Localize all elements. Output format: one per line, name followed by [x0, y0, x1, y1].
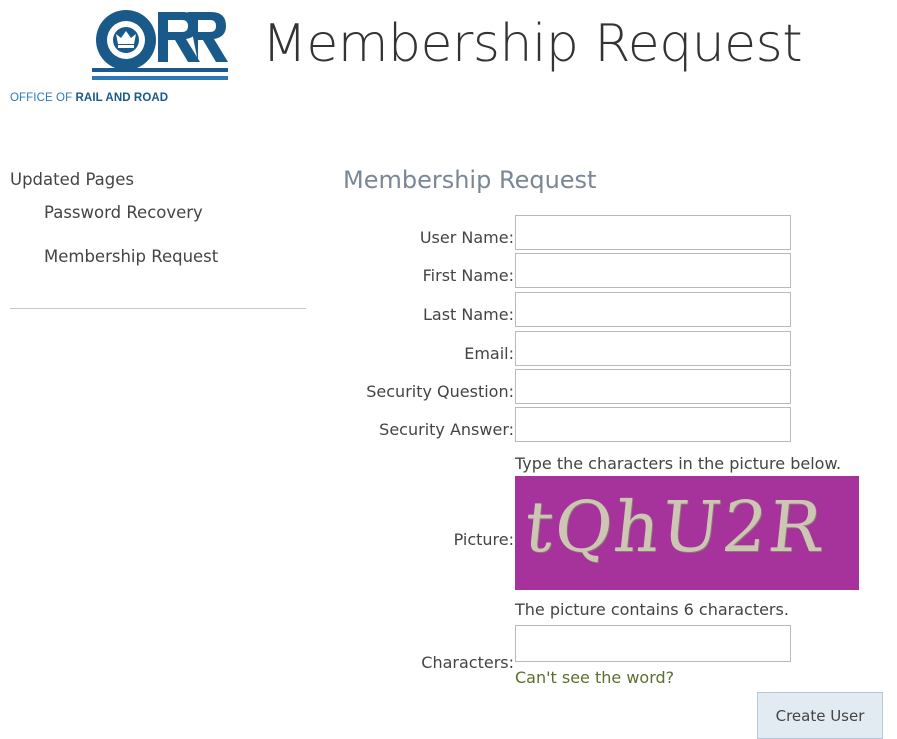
- user-name-input[interactable]: [515, 215, 791, 250]
- last-name-label: Last Name:: [422, 305, 514, 324]
- user-name-label: User Name:: [419, 228, 514, 247]
- captcha-instruction: Type the characters in the picture below…: [515, 454, 842, 473]
- cant-see-word-link[interactable]: Can't see the word?: [515, 668, 674, 687]
- characters-input[interactable]: [515, 625, 791, 662]
- first-name-input[interactable]: [515, 253, 791, 288]
- picture-label: Picture:: [453, 530, 514, 549]
- nav-item-membership-request[interactable]: Membership Request: [44, 247, 306, 266]
- nav-heading-updated-pages[interactable]: Updated Pages: [10, 170, 306, 189]
- orr-logo: OFFICE OF RAIL AND ROAD: [8, 6, 228, 110]
- orr-logo-mark: [92, 10, 228, 80]
- security-answer-input[interactable]: [515, 407, 791, 442]
- security-answer-label: Security Answer:: [379, 420, 514, 439]
- left-nav: Updated Pages Password Recovery Membersh…: [10, 170, 306, 291]
- captcha-count-text: The picture contains 6 characters.: [515, 600, 789, 619]
- form-title: Membership Request: [343, 166, 597, 194]
- security-question-input[interactable]: [515, 369, 791, 404]
- create-user-button[interactable]: Create User: [757, 692, 883, 739]
- logo-org-name: OFFICE OF RAIL AND ROAD: [10, 92, 168, 104]
- last-name-input[interactable]: [515, 292, 791, 327]
- first-name-label: First Name:: [422, 266, 514, 285]
- email-input[interactable]: [515, 331, 791, 366]
- captcha-image: tQhU2R: [515, 476, 859, 590]
- logo-org-prefix: OFFICE OF: [10, 92, 76, 104]
- security-question-label: Security Question:: [366, 382, 514, 401]
- nav-item-password-recovery[interactable]: Password Recovery: [44, 203, 306, 222]
- nav-divider: [10, 308, 306, 309]
- captcha-text: tQhU2R: [520, 486, 829, 568]
- email-label: Email:: [464, 344, 514, 363]
- logo-org-suffix: RAIL AND ROAD: [75, 92, 169, 104]
- site-title: Membership Request: [262, 14, 803, 74]
- characters-label: Characters:: [421, 653, 514, 672]
